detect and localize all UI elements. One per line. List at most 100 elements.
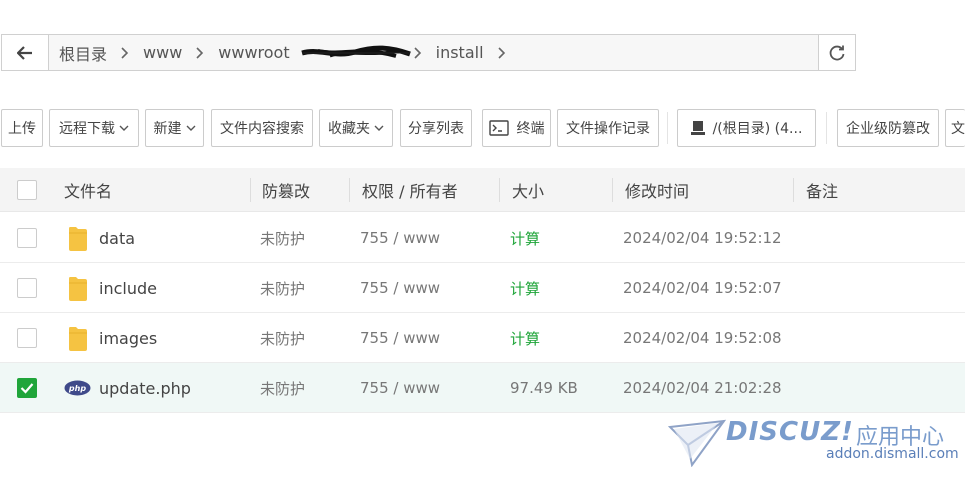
mtime-text: 2024/02/04 21:02:28 (623, 379, 782, 397)
select-all-checkbox[interactable] (17, 180, 37, 200)
chevron-right-icon (497, 46, 506, 59)
chevron-down-icon (186, 125, 196, 132)
share-list-label: 分享列表 (408, 121, 464, 137)
watermark: DISCUZ! 应用中心 addon.dismall.com (668, 415, 959, 475)
chevron-right-icon (121, 46, 129, 59)
file-name-link[interactable]: include (99, 263, 157, 313)
file-name: images (99, 328, 158, 348)
mtime: 2024/02/04 21:02:28 (623, 363, 782, 413)
tamper-status-text: 未防护 (260, 379, 306, 398)
chevron-right-icon (414, 46, 422, 59)
crumb-wwwroot-label: wwwroot (218, 43, 290, 62)
row-checkbox[interactable] (17, 328, 37, 348)
tamper-status-text: 未防护 (260, 329, 306, 348)
table-row[interactable]: php update.php 未防护 755 / www 97.49 KB 20… (0, 363, 965, 413)
file-size: 97.49 KB (510, 363, 578, 413)
table-row[interactable]: images 未防护 755 / www 计算 2024/02/04 19:52… (0, 313, 965, 363)
perm-owner[interactable]: 755 / www (360, 213, 440, 263)
tamper-status[interactable]: 未防护 (260, 263, 305, 313)
tamper-status-text: 未防护 (260, 279, 306, 298)
col-perm-label: 权限 / 所有者 (362, 182, 458, 201)
row-checkbox[interactable] (17, 378, 37, 398)
size-calc-text: 计算 (510, 229, 541, 248)
disk-button[interactable]: /(根目录) (4... (677, 109, 816, 147)
crumb-redacted[interactable] (298, 44, 412, 62)
file-name-link[interactable]: images (99, 313, 157, 363)
content-search-button[interactable]: 文件内容搜索 (211, 109, 313, 147)
chevron-down-icon (119, 125, 129, 132)
table-row[interactable]: include 未防护 755 / www 计算 2024/02/04 19:5… (0, 263, 965, 313)
terminal-button[interactable]: 终端 (482, 109, 551, 147)
share-list-button[interactable]: 分享列表 (400, 109, 472, 147)
mtime-text: 2024/02/04 19:52:07 (623, 279, 782, 297)
table-row[interactable]: data 未防护 755 / www 计算 2024/02/04 19:52:1… (0, 213, 965, 263)
mtime-text: 2024/02/04 19:52:12 (623, 229, 782, 247)
overflow-label: 文 (951, 121, 965, 137)
col-tamper-label: 防篡改 (262, 182, 311, 201)
disk-icon (690, 120, 705, 136)
tamper-proof-button[interactable]: 企业级防篡改 (837, 109, 939, 147)
col-tamper[interactable]: 防篡改 (262, 168, 310, 212)
file-name-link[interactable]: data (99, 213, 135, 263)
col-divider (612, 178, 613, 202)
perm-owner-text: 755 / www (360, 329, 441, 347)
crumb-root[interactable]: 根目录 (57, 41, 109, 65)
file-table-header: 文件名 防篡改 权限 / 所有者 大小 修改时间 备注 (0, 168, 965, 212)
col-note[interactable]: 备注 (806, 168, 838, 212)
row-checkbox[interactable] (17, 278, 37, 298)
toolbar-divider (667, 112, 668, 144)
address-bar: 根目录 www wwwroot install (1, 34, 856, 71)
col-size[interactable]: 大小 (512, 168, 544, 212)
file-name-link[interactable]: update.php (99, 363, 191, 413)
back-button[interactable] (2, 35, 49, 70)
perm-owner-text: 755 / www (360, 279, 441, 297)
perm-owner-text: 755 / www (360, 229, 441, 247)
crumb-www[interactable]: www (141, 43, 184, 62)
redaction-scribble (300, 45, 411, 58)
disk-label: /(根目录) (4... (712, 121, 803, 137)
size-calc-link[interactable]: 计算 (510, 213, 540, 263)
upload-button[interactable]: 上传 (1, 109, 43, 147)
col-mtime[interactable]: 修改时间 (625, 168, 689, 212)
favorites-label: 收藏夹 (328, 121, 370, 137)
tamper-proof-label: 企业级防篡改 (846, 121, 930, 137)
mtime-text: 2024/02/04 19:52:08 (623, 329, 782, 347)
tamper-status[interactable]: 未防护 (260, 213, 305, 263)
col-perm[interactable]: 权限 / 所有者 (362, 168, 458, 212)
col-note-label: 备注 (806, 182, 839, 201)
mtime: 2024/02/04 19:52:07 (623, 263, 782, 313)
col-filename[interactable]: 文件名 (64, 168, 112, 212)
perm-owner[interactable]: 755 / www (360, 363, 440, 413)
crumb-install[interactable]: install (434, 43, 486, 62)
remote-download-button[interactable]: 远程下载 (49, 109, 139, 147)
file-name: data (99, 228, 136, 248)
new-button[interactable]: 新建 (145, 109, 204, 147)
size-calc-link[interactable]: 计算 (510, 313, 540, 363)
select-all-cell (17, 168, 37, 212)
breadcrumb: 根目录 www wwwroot install (49, 35, 818, 70)
size-calc-text: 计算 (510, 329, 541, 348)
perm-owner[interactable]: 755 / www (360, 263, 440, 313)
toolbar-divider (826, 112, 827, 144)
toolbar: 上传 远程下载 新建 文件内容搜索 收藏夹 分享列表 终端 文件操作记录 /(根… (0, 109, 965, 147)
perm-owner[interactable]: 755 / www (360, 313, 440, 363)
favorites-button[interactable]: 收藏夹 (319, 109, 393, 147)
crumb-www-label: www (143, 43, 183, 62)
overflow-button[interactable]: 文 (945, 109, 965, 147)
mtime: 2024/02/04 19:52:08 (623, 313, 782, 363)
size-calc-link[interactable]: 计算 (510, 263, 540, 313)
terminal-icon (488, 120, 509, 136)
new-label: 新建 (153, 121, 182, 137)
row-checkbox[interactable] (17, 228, 37, 248)
perm-owner-text: 755 / www (360, 379, 441, 397)
col-mtime-label: 修改时间 (625, 182, 690, 201)
file-name: include (99, 278, 157, 298)
tamper-status[interactable]: 未防护 (260, 313, 305, 363)
content-search-label: 文件内容搜索 (220, 121, 304, 137)
crumb-wwwroot[interactable]: wwwroot (216, 43, 291, 62)
watermark-logo: DISCUZ! (726, 417, 854, 447)
tamper-status[interactable]: 未防护 (260, 363, 305, 413)
refresh-button[interactable] (818, 35, 855, 70)
folder-icon (68, 313, 88, 363)
op-log-button[interactable]: 文件操作记录 (557, 109, 659, 147)
